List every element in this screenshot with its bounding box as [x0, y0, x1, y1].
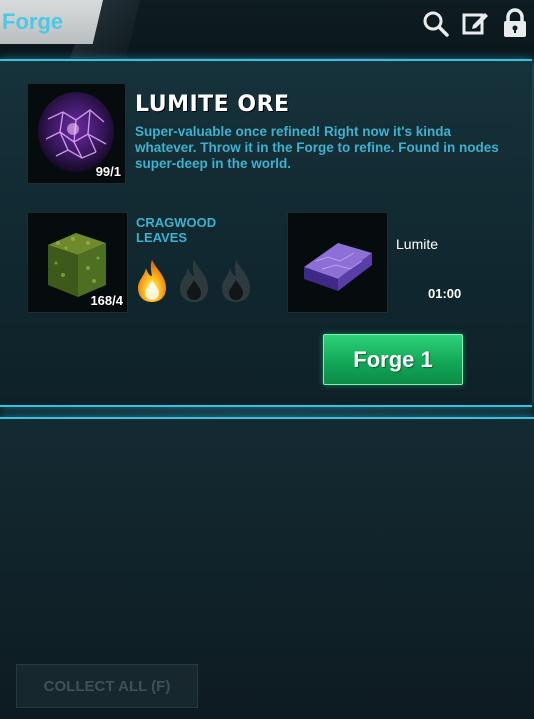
- edit-icon[interactable]: [460, 8, 490, 38]
- forge-button[interactable]: Forge 1: [323, 334, 463, 385]
- search-icon[interactable]: [420, 8, 450, 38]
- output-name: Lumite: [396, 236, 439, 252]
- heat-level-indicator: [135, 258, 253, 304]
- flame-icon-inactive: [180, 260, 208, 302]
- craft-timer: 01:00: [428, 286, 462, 301]
- flame-icon-inactive: [222, 260, 250, 302]
- top-bar: Forge: [0, 0, 534, 58]
- flame-icon-active: [138, 260, 166, 302]
- item-count: 99/1: [95, 164, 121, 179]
- lumite-bar-icon: [304, 243, 372, 291]
- output-slot-lumite[interactable]: [287, 212, 388, 313]
- resource-name: CRAGWOOD LEAVES: [136, 215, 217, 245]
- header-icons: [420, 8, 530, 38]
- resource-slot-cragwood-leaves[interactable]: 168/4: [27, 212, 128, 313]
- collect-all-button[interactable]: COLLECT ALL (F): [16, 664, 198, 708]
- item-description: Super-valuable once refined! Right now i…: [135, 124, 499, 171]
- item-name: LUMITE ORE: [135, 92, 290, 117]
- item-slot-lumite-ore[interactable]: 99/1: [27, 83, 126, 184]
- resource-count: 168/4: [90, 293, 123, 308]
- lock-icon[interactable]: [500, 8, 530, 38]
- window-title: Forge: [2, 9, 64, 34]
